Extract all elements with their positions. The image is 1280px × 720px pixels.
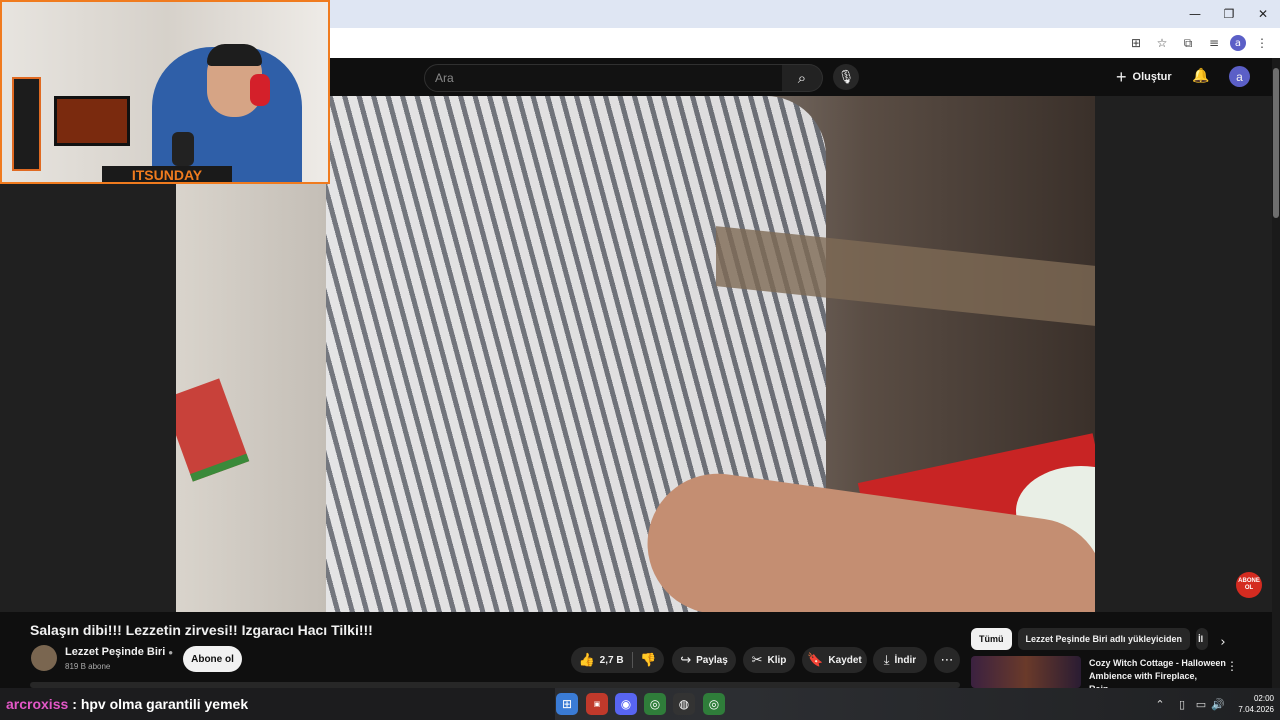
chip-all[interactable]: Tümü: [971, 628, 1012, 650]
chevron-right-icon[interactable]: ›: [1214, 633, 1232, 651]
taskbar-clock[interactable]: 02:00 7.04.2026: [1228, 693, 1274, 715]
more-actions-button[interactable]: ⋯: [934, 647, 960, 673]
download-button[interactable]: ⤓ İndir: [873, 647, 927, 673]
clip-button[interactable]: ✂ Klip: [743, 647, 795, 673]
subscribe-button[interactable]: Abone ol: [183, 646, 242, 672]
clock-date: 7.04.2026: [1238, 705, 1274, 714]
create-label: Oluştur: [1132, 71, 1172, 83]
webcam-monitor: [54, 96, 130, 146]
microphone-arm: [172, 132, 194, 166]
like-dislike-group: 👍 2,7 B 👎: [571, 647, 664, 673]
verified-icon: ●: [168, 648, 174, 657]
save-button[interactable]: 🔖 Kaydet: [802, 647, 867, 673]
channel-avatar[interactable]: [31, 645, 57, 671]
search-icon[interactable]: ⌕: [782, 64, 823, 92]
clock-time: 02:00: [1253, 694, 1274, 703]
webcam-overlay: ITSUNDAY: [0, 0, 330, 184]
video-title: Salaşın dibi!!! Lezzetin zirvesi!! Izgar…: [30, 622, 373, 638]
install-icon[interactable]: ⊞: [1126, 33, 1146, 53]
recommendation-thumbnail[interactable]: [971, 656, 1081, 688]
close-icon[interactable]: ✕: [1246, 0, 1280, 28]
save-label: Kaydet: [828, 654, 862, 666]
subscriber-count: 819 B abone: [65, 662, 111, 671]
recommendation-more-icon[interactable]: ⋮: [1226, 659, 1238, 673]
create-button[interactable]: + Oluştur: [1116, 64, 1172, 90]
share-icon: ↪: [680, 652, 692, 668]
window-controls: — ❐ ✕: [1178, 0, 1280, 28]
tray-app-icon[interactable]: ▯: [1174, 693, 1190, 715]
clip-label: Klip: [767, 654, 787, 666]
star-icon[interactable]: ☆: [1152, 33, 1172, 53]
voicemeeter-icon[interactable]: ▣: [586, 693, 608, 715]
bookmark-icon: 🔖: [807, 652, 824, 668]
plus-icon: +: [1116, 66, 1127, 87]
download-label: İndir: [894, 654, 917, 666]
chat-overlay: arcroxiss : hpv olma garantili yemek: [0, 688, 555, 720]
share-label: Paylaş: [696, 654, 728, 666]
media-icon[interactable]: ≡: [1204, 33, 1224, 53]
search-input[interactable]: [425, 65, 767, 91]
dislike-button[interactable]: 👎: [633, 647, 664, 673]
like-count: 2,7 B: [599, 654, 624, 666]
network-icon[interactable]: ▭: [1193, 693, 1209, 715]
browser-toolbar: ⊞ ☆ ⧉ ≡ a ⋮: [1126, 28, 1272, 58]
extensions-icon[interactable]: ⧉: [1178, 33, 1198, 53]
search-box: [424, 64, 784, 92]
tray-chevron-icon[interactable]: ⌃: [1152, 693, 1168, 715]
webcam-pc-case: [12, 77, 41, 171]
account-avatar[interactable]: a: [1229, 66, 1250, 87]
like-button[interactable]: 👍 2,7 B: [571, 647, 631, 673]
volume-icon[interactable]: 🔊: [1210, 693, 1226, 715]
menu-icon[interactable]: ⋮: [1252, 33, 1272, 53]
thumbs-up-icon: 👍: [578, 652, 595, 668]
restore-icon[interactable]: ❐: [1212, 0, 1246, 28]
minimize-icon[interactable]: —: [1178, 0, 1212, 28]
streamer-name: ITSUNDAY: [102, 166, 232, 182]
chat-username: arcroxiss: [6, 696, 69, 712]
channel-name[interactable]: Lezzet Peşinde Biri ●: [65, 646, 173, 658]
scrollbar-thumb[interactable]: [1273, 68, 1279, 218]
windows-start-icon[interactable]: ⊞: [556, 693, 578, 715]
webcam-streamer-hair: [207, 44, 262, 66]
chrome-icon[interactable]: ◎: [644, 693, 666, 715]
filter-chips: Tümü Lezzet Peşinde Biri adlı yükleyicid…: [971, 628, 1209, 650]
profile-icon[interactable]: a: [1230, 35, 1246, 51]
chip-related[interactable]: İl: [1196, 628, 1209, 650]
discord-icon[interactable]: ◉: [615, 693, 637, 715]
more-icon: ⋯: [940, 652, 954, 668]
chip-uploader[interactable]: Lezzet Peşinde Biri adlı yükleyiciden: [1017, 628, 1191, 650]
microphone-icon[interactable]: 🎙: [833, 64, 859, 90]
obs-icon[interactable]: ◍: [673, 693, 695, 715]
channel-name-label: Lezzet Peşinde Biri: [65, 646, 166, 658]
download-icon: ⤓: [883, 652, 890, 668]
notifications-icon[interactable]: 🔔: [1191, 66, 1211, 86]
scissors-icon: ✂: [751, 652, 763, 668]
subscribe-badge: ABONE OL: [1236, 572, 1262, 598]
thumbs-down-icon: 👎: [640, 652, 657, 668]
headset-icon: [250, 74, 270, 106]
chat-message: : hpv olma garantili yemek: [72, 696, 249, 712]
chrome-icon[interactable]: ◎: [703, 693, 725, 715]
share-button[interactable]: ↪ Paylaş: [672, 647, 736, 673]
